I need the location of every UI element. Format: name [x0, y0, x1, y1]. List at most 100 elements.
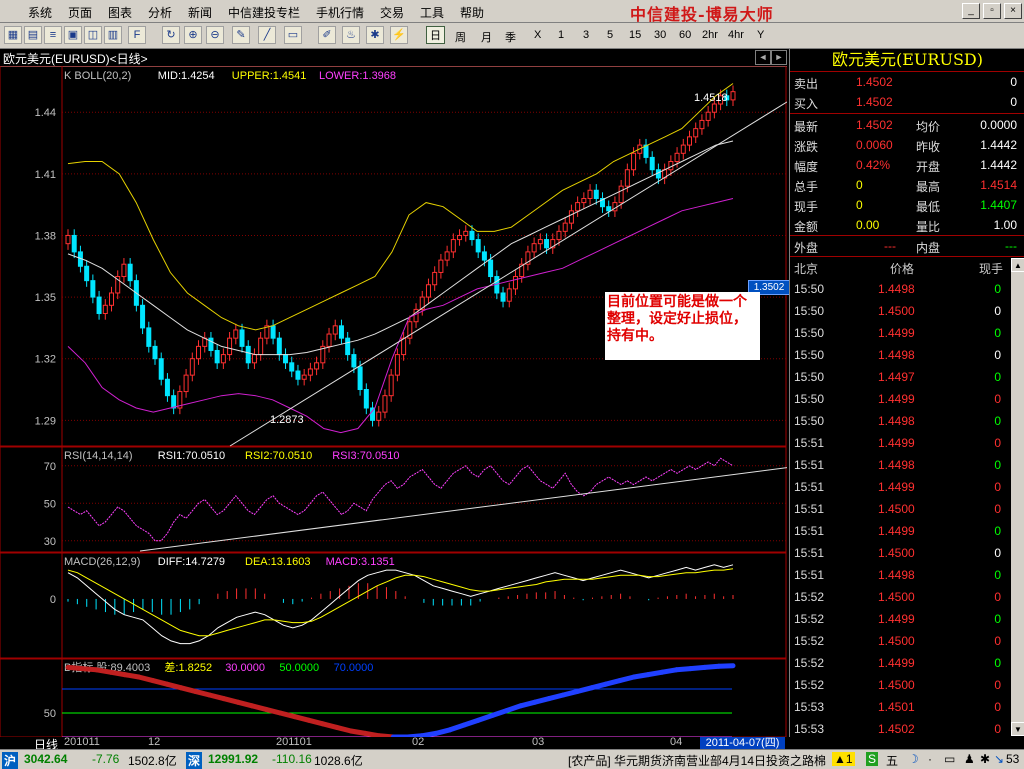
tick-time: 15:50 [794, 348, 824, 362]
sh-amount: 1502.8亿 [128, 752, 177, 769]
line-tool-icon[interactable]: ╱ [258, 26, 276, 44]
menu-analysis[interactable]: 分析 [148, 4, 172, 21]
tick-volume: 0 [994, 282, 1001, 296]
period-season[interactable]: 季 [505, 29, 516, 45]
dot-icon[interactable]: · [928, 752, 932, 766]
menu-chart[interactable]: 图表 [108, 4, 132, 21]
tick-row: 15:501.44970 [790, 367, 1024, 387]
candle-body [277, 338, 281, 354]
ticks-scrollbar[interactable]: ▲ ▼ [1011, 258, 1024, 736]
outer-inner-row: 外盘 --- 内盘 --- [790, 236, 1024, 256]
tick-price: 1.4500 [878, 546, 915, 560]
menu-mobile[interactable]: 手机行情 [316, 4, 364, 21]
period-2hr[interactable]: 2hr [702, 29, 718, 41]
period-month[interactable]: 月 [481, 29, 492, 45]
five-label[interactable]: 五 [886, 752, 898, 769]
news-ticker[interactable]: [农产品] 华元期货济南营业部4月14日投资之路棉 [568, 752, 830, 769]
sz-change: -110.16 [272, 752, 312, 766]
period-3[interactable]: 3 [583, 29, 589, 41]
menu-help[interactable]: 帮助 [460, 4, 484, 21]
period-4hr[interactable]: 4hr [728, 29, 744, 41]
keyboard-icon[interactable]: ▭ [944, 752, 955, 766]
zoom-out-icon[interactable]: ⊖ [206, 26, 224, 44]
tick-price: 1.4498 [878, 414, 915, 428]
indicator-icon[interactable]: ▭ [284, 26, 302, 44]
status-bar: 沪 3042.64 -7.76 1502.8亿 深 12991.92 -110.… [0, 749, 1024, 769]
close-icon[interactable]: × [1004, 3, 1022, 19]
moon-icon[interactable]: ☽ [908, 752, 919, 766]
list-icon[interactable]: ≡ [44, 26, 62, 44]
window-icon[interactable]: ▣ [64, 26, 82, 44]
period-60[interactable]: 60 [679, 29, 691, 41]
menu-column[interactable]: 中信建投专栏 [228, 4, 300, 21]
tick-row: 15:501.44990 [790, 389, 1024, 409]
menu-news[interactable]: 新闻 [188, 4, 212, 21]
scroll-up-icon[interactable]: ▲ [1011, 258, 1024, 272]
grid-icon[interactable]: ▦ [4, 26, 22, 44]
y-tick-label: 50 [44, 708, 56, 720]
pen-icon[interactable]: ✐ [318, 26, 336, 44]
signal-icon[interactable]: ↘ [994, 752, 1004, 766]
draw-icon[interactable]: ✎ [232, 26, 250, 44]
settings-icon[interactable]: ✱ [980, 752, 990, 766]
menu-tools[interactable]: 工具 [420, 4, 444, 21]
period-day[interactable]: 日 [426, 26, 445, 44]
legend-entry: 70.0000 [334, 662, 374, 674]
minimize-icon[interactable]: _ [962, 3, 980, 19]
lightning-icon[interactable]: ⚡ [390, 26, 408, 44]
refresh-icon[interactable]: ↻ [162, 26, 180, 44]
candle-body [128, 264, 132, 280]
tile-icon[interactable]: ◫ [84, 26, 102, 44]
tick-price: 1.4499 [878, 656, 915, 670]
chart-area[interactable]: 1.441.411.381.351.321.29K BOLL(20,2)MID:… [0, 66, 787, 737]
menu-trade[interactable]: 交易 [380, 4, 404, 21]
analysis-annotation: 目前位置可能是做一个整理，设定好止损位，持有中。 [605, 292, 760, 360]
s-icon[interactable]: S [866, 752, 878, 766]
bid-row: 买入 1.4502 0 [790, 92, 1024, 112]
candle-body [246, 346, 250, 362]
candle-body [228, 338, 232, 354]
tick-time: 15:51 [794, 436, 824, 450]
tick-volume: 0 [994, 678, 1001, 692]
y-tick-label: 0 [50, 594, 56, 606]
table-icon[interactable]: ▥ [104, 26, 122, 44]
candle-body [632, 153, 636, 169]
scroll-right-icon[interactable]: ► [771, 50, 787, 65]
period-1[interactable]: 1 [558, 29, 564, 41]
scroll-left-icon[interactable]: ◄ [755, 50, 771, 65]
tick-row: 15:501.44990 [790, 323, 1024, 343]
candle-body [607, 207, 611, 211]
period-5[interactable]: 5 [607, 29, 613, 41]
alert-badge[interactable]: ▲1 [832, 752, 855, 766]
tick-time: 15:53 [794, 700, 824, 714]
candle-body [681, 145, 685, 153]
stat-label: 最高 [916, 178, 940, 195]
period-15[interactable]: 15 [629, 29, 641, 41]
period-x[interactable]: X [534, 29, 541, 41]
user-icon[interactable]: ♟ [964, 752, 975, 766]
candle-body [252, 355, 256, 363]
tick-volume: 0 [994, 656, 1001, 670]
stat-label: 金额 [794, 218, 818, 235]
menu-system[interactable]: 系统 [28, 4, 52, 21]
menu-page[interactable]: 页面 [68, 4, 92, 21]
period-30[interactable]: 30 [654, 29, 666, 41]
fio-icon[interactable]: F [128, 26, 146, 44]
quote-title: 欧元美元(EURUSD) [790, 49, 1024, 71]
plugin-icon[interactable]: ✱ [366, 26, 384, 44]
period-year[interactable]: Y [757, 29, 764, 41]
stat-label: 开盘 [916, 158, 940, 175]
candle-body [296, 371, 300, 379]
stat-label: 幅度 [794, 158, 818, 175]
scroll-down-icon[interactable]: ▼ [1011, 722, 1024, 736]
alarm-bell-icon[interactable]: ♨ [342, 26, 360, 44]
x-tick-label: 201011 [64, 736, 100, 748]
y-tick-label: 30 [44, 536, 56, 548]
restore-icon[interactable]: ▫ [983, 3, 1001, 19]
period-week[interactable]: 周 [455, 29, 466, 45]
zoom-in-icon[interactable]: ⊕ [184, 26, 202, 44]
candle-body [91, 281, 95, 297]
bars-icon[interactable]: ▤ [24, 26, 42, 44]
candle-body [687, 137, 691, 145]
tick-row: 15:521.44990 [790, 653, 1024, 673]
